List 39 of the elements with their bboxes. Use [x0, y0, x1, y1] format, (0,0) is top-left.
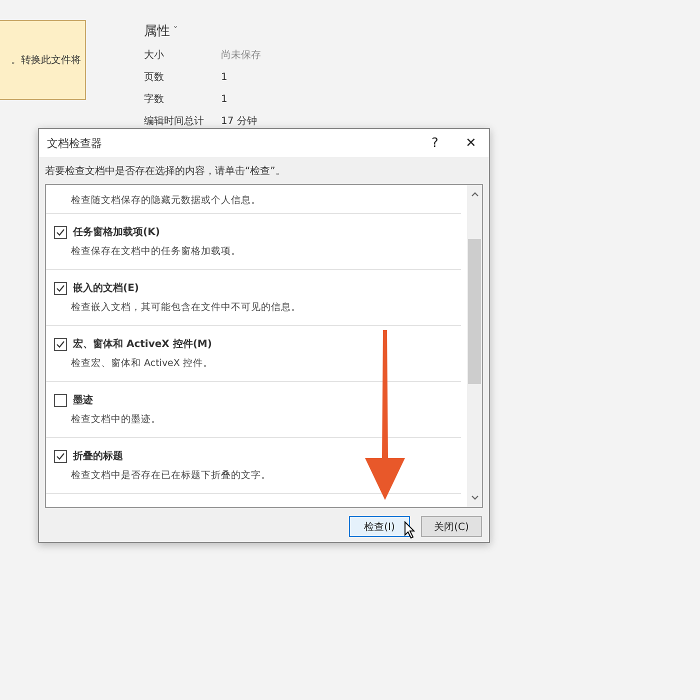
close-button[interactable]: ✕ [453, 129, 489, 157]
property-value: 1 [221, 72, 228, 82]
scrollbar-thumb[interactable] [468, 239, 481, 384]
property-label: 页数 [144, 71, 165, 84]
option-description: 检查文档中的墨迹。 [70, 413, 162, 426]
caret-icon[interactable]: ˇ [173, 26, 178, 36]
property-label: 大小 [144, 48, 165, 62]
option-description: 检查宏、窗体和 ActiveX 控件。 [70, 357, 214, 370]
property-label: 编辑时间总计 [144, 114, 205, 128]
property-label: 字数 [144, 92, 165, 106]
scroll-up-icon[interactable] [470, 191, 478, 197]
window-title: 文档检查器 [47, 136, 103, 150]
notice-box: 。转换此文件将 [0, 20, 86, 100]
option-label: 任务窗格加载项(K) [73, 226, 160, 239]
option-label: 嵌入的文档(E) [73, 282, 139, 295]
arrow-icon [363, 330, 407, 500]
section-title: 属性 [144, 23, 170, 40]
option-label: 折叠的标题 [73, 450, 123, 463]
option-description: 检查保存在文档中的任务窗格加载项。 [70, 245, 242, 258]
checkbox[interactable] [54, 394, 67, 406]
instruction-text: 若要检查文档中是否存在选择的内容，请单击“检查”。 [44, 164, 286, 179]
dialog-button[interactable]: 关闭(C) [421, 516, 482, 537]
option-description: 检查文档中是否存在已在标题下折叠的文字。 [70, 469, 272, 482]
property-value: 17 分钟 [221, 114, 257, 128]
option-label: 墨迹 [73, 393, 93, 407]
help-button[interactable]: ? [417, 129, 453, 157]
checkbox[interactable] [54, 226, 67, 238]
option-description: 检查随文档保存的隐藏元数据或个人信息。 [70, 194, 262, 207]
checkbox[interactable] [54, 338, 67, 350]
option-description: 检查嵌入文档，其可能包含在文件中不可见的信息。 [70, 301, 302, 314]
checkbox[interactable] [54, 282, 67, 294]
scroll-down-icon[interactable] [470, 495, 478, 501]
scrollbar[interactable] [467, 185, 482, 507]
property-value: 1 [221, 94, 228, 104]
checkbox[interactable] [54, 450, 67, 462]
property-value: 尚未保存 [221, 48, 261, 62]
option-label: 宏、窗体和 ActiveX 控件(M) [73, 338, 212, 351]
dialog-button[interactable]: 检查(I) [349, 516, 410, 537]
cursor-icon [404, 521, 416, 539]
